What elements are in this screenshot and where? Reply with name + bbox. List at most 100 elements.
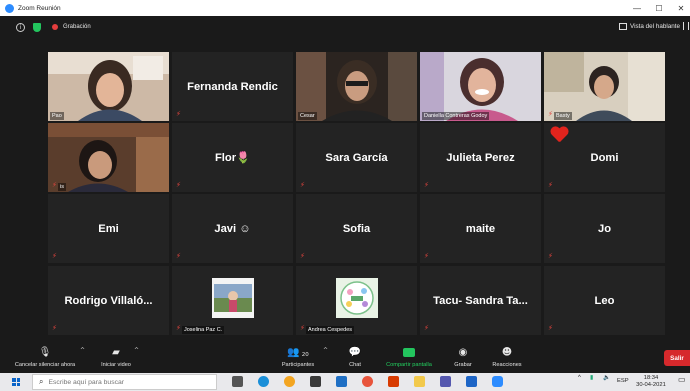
fullscreen-icon[interactable] <box>683 22 689 30</box>
participant-name: Andrea Cespedes <box>306 326 355 334</box>
participant-name: Domi <box>590 151 619 164</box>
participant-name: Leo <box>594 294 615 307</box>
participant-tile[interactable]: maite ⚡ <box>420 194 541 263</box>
mic-muted-icon: ⚡ <box>52 252 57 260</box>
task-view-icon[interactable] <box>232 376 243 387</box>
participant-tile[interactable]: Julieta Perez ⚡ <box>420 123 541 192</box>
mic-muted-icon: ⚡ <box>424 252 429 260</box>
firefox-icon[interactable] <box>362 376 373 387</box>
participant-tile[interactable]: Pao <box>48 52 169 121</box>
participant-tile[interactable]: Jo ⚡ <box>544 194 665 263</box>
office-icon[interactable] <box>388 376 399 387</box>
clock[interactable]: 18:34 30-04-2021 <box>634 375 668 389</box>
participants-icon: 👥 20 <box>287 347 309 358</box>
tray-chevron-icon[interactable]: ^ <box>578 375 581 382</box>
video-options-caret[interactable]: ^ <box>134 347 139 354</box>
mic-off-icon: 🎙 <box>38 347 52 358</box>
teams-icon[interactable] <box>440 376 451 387</box>
record-button[interactable]: ◉ Grabar <box>450 344 476 372</box>
reactions-button[interactable]: ☻ Reacciones <box>488 344 526 372</box>
start-video-button[interactable]: ▰ Iniciar video <box>96 344 136 372</box>
participant-name: Flor🌷 <box>214 152 251 164</box>
profile-picture <box>212 278 254 318</box>
participant-tile[interactable]: ⚡ Andrea Cespedes <box>296 266 417 335</box>
notifications-icon[interactable]: ▭ <box>678 376 686 384</box>
participant-tile[interactable]: Leo ⚡ <box>544 266 665 335</box>
participant-video <box>420 52 541 121</box>
volume-icon[interactable]: 🔈 <box>603 375 610 382</box>
mail-icon[interactable] <box>336 376 347 387</box>
participant-tile-active-speaker[interactable]: Daniella Contreras Godoy <box>420 52 541 121</box>
leave-button[interactable]: Salir <box>664 350 690 366</box>
chat-icon: 💬 <box>348 347 362 358</box>
participant-tile[interactable]: Emi ⚡ <box>48 194 169 263</box>
record-icon: ◉ <box>458 347 468 358</box>
participants-count: 20 <box>301 352 309 358</box>
maximize-button[interactable]: ☐ <box>648 0 670 16</box>
meeting-toolbar: 🎙 Cancelar silenciar ahora ^ ▰ Iniciar v… <box>0 342 690 373</box>
minimize-button[interactable]: — <box>626 0 648 16</box>
participant-name: Sara García <box>325 151 388 164</box>
mic-muted-icon: ⚡ <box>176 110 181 118</box>
chrome-icon[interactable] <box>284 376 295 387</box>
participant-tile[interactable]: Javi ☺ ⚡ <box>172 194 293 263</box>
unmute-button[interactable]: 🎙 Cancelar silenciar ahora <box>14 344 76 372</box>
participant-tile[interactable]: Flor🌷 ⚡ <box>172 123 293 192</box>
store-icon[interactable] <box>310 376 321 387</box>
participant-tile[interactable]: Domi ⚡ <box>544 123 665 192</box>
audio-options-caret[interactable]: ^ <box>80 347 85 354</box>
recording-dot-icon <box>52 24 58 30</box>
zoom-app-icon <box>5 3 14 13</box>
participants-button[interactable]: 👥 20 Participantes <box>276 344 320 372</box>
participant-name: Pao <box>50 112 64 120</box>
participant-name: Julieta Perez <box>446 151 515 164</box>
windows-start-icon[interactable] <box>12 378 20 386</box>
participant-tile[interactable]: Cesar <box>296 52 417 121</box>
participant-tile[interactable]: ⚡ is <box>48 123 169 192</box>
mic-muted-icon: ⚡ <box>300 252 305 260</box>
mic-muted-icon: ⚡ <box>424 181 429 189</box>
participants-options-caret[interactable]: ^ <box>323 347 328 354</box>
participant-name: Joselina Paz C. <box>182 326 225 334</box>
participant-name: Sofia <box>342 222 371 235</box>
window-title: Zoom Reunión <box>18 4 61 12</box>
info-icon[interactable]: i <box>16 22 25 32</box>
participant-name: is <box>58 183 66 191</box>
mic-muted-icon: ⚡ <box>548 324 553 332</box>
participant-tile[interactable]: Sofia ⚡ <box>296 194 417 263</box>
edge-icon[interactable] <box>258 376 269 387</box>
speaker-view-button[interactable]: Vista del hablante <box>619 19 680 34</box>
windows-taskbar: ⌕ ^ ▮ 🔈 ESP 18:34 30-04-2021 ▭ <box>0 373 690 391</box>
zoom-taskbar-icon[interactable] <box>492 376 503 387</box>
participant-name: Emi <box>98 222 119 235</box>
shield-icon[interactable] <box>33 22 41 32</box>
participant-tile[interactable]: Fernanda Rendic ⚡ <box>172 52 293 121</box>
word-icon[interactable] <box>466 376 477 387</box>
participant-name: Basty <box>554 112 572 120</box>
taskbar-search[interactable]: ⌕ <box>32 374 217 390</box>
recording-label: Grabación <box>63 24 91 30</box>
tray-network-icon[interactable]: ▮ <box>590 375 593 382</box>
profile-picture <box>336 278 378 318</box>
share-screen-button[interactable]: Compartir pantalla <box>380 344 438 372</box>
participant-tile[interactable]: Sara García ⚡ <box>296 123 417 192</box>
language-indicator[interactable]: ESP <box>617 378 629 385</box>
participant-tile[interactable]: Rodrigo Villaló... ⚡ <box>48 266 169 335</box>
participant-name: Daniella Contreras Godoy <box>422 112 490 120</box>
search-icon: ⌕ <box>39 377 44 386</box>
close-button[interactable]: ✕ <box>670 0 690 16</box>
participant-tile[interactable]: Tacu- Sandra Ta... ⚡ <box>420 266 541 335</box>
video-off-icon: ▰ <box>112 347 120 358</box>
unmute-label: Cancelar silenciar ahora <box>14 362 76 368</box>
chat-button[interactable]: 💬 Chat <box>342 344 368 372</box>
title-bar: Zoom Reunión — ☐ ✕ <box>0 0 690 16</box>
file-explorer-icon[interactable] <box>414 376 425 387</box>
record-label: Grabar <box>454 362 472 368</box>
mic-muted-icon: ⚡ <box>548 181 553 189</box>
taskbar-search-input[interactable] <box>48 378 199 386</box>
reactions-label: Reacciones <box>492 362 522 368</box>
participant-tile[interactable]: ⚡ Basty <box>544 52 665 121</box>
participant-name: Tacu- Sandra Ta... <box>433 294 528 307</box>
participant-tile[interactable]: ⚡ Joselina Paz C. <box>172 266 293 335</box>
participant-video <box>48 52 169 121</box>
